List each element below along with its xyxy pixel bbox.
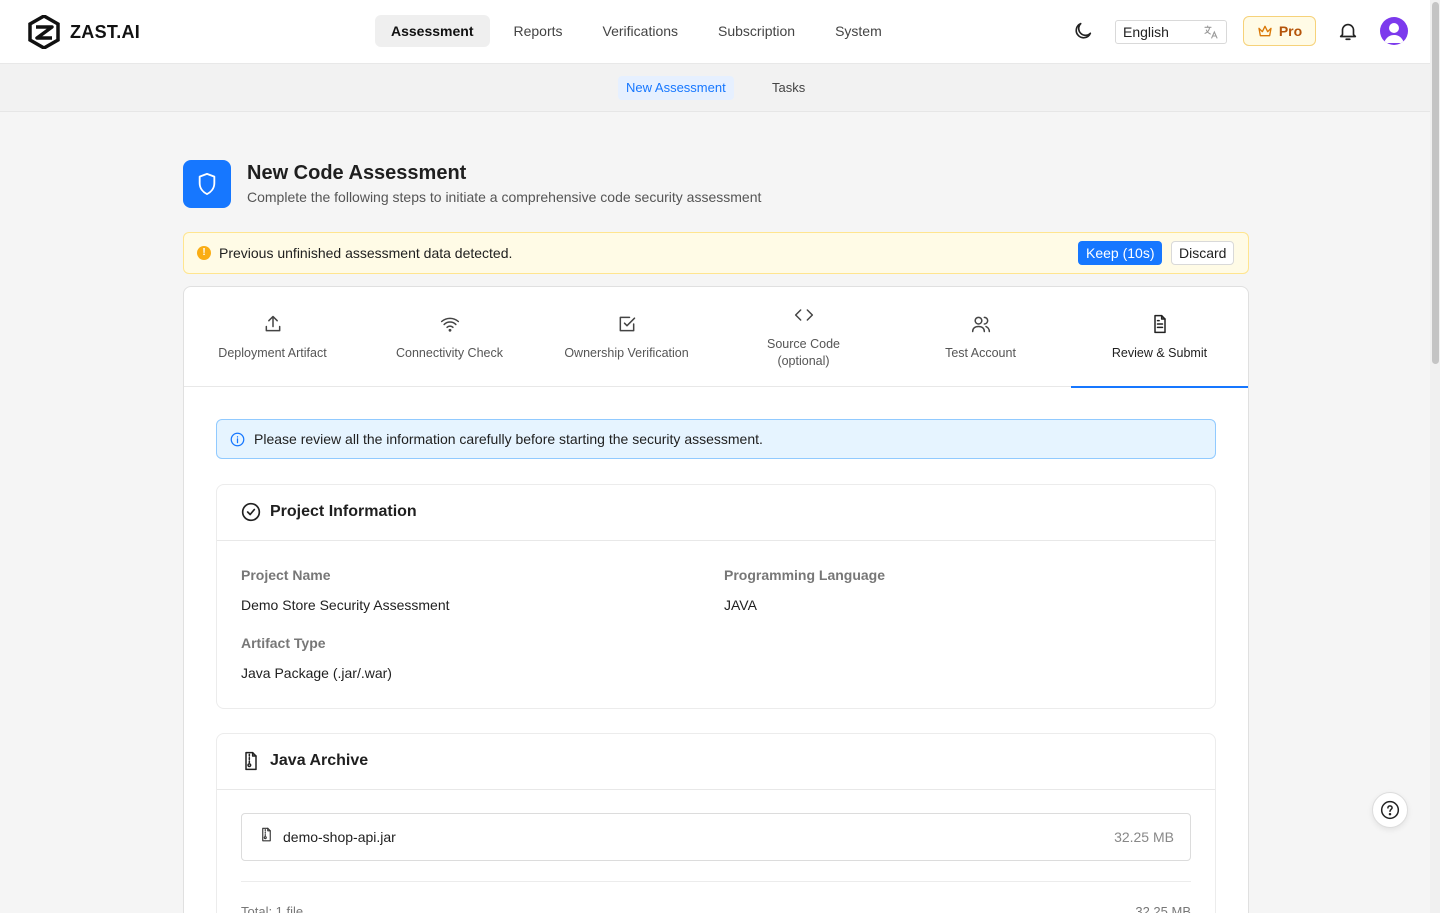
shield-icon bbox=[198, 173, 216, 195]
sub-navbar: New Assessment Tasks bbox=[0, 64, 1430, 112]
language-value: JAVA bbox=[724, 597, 757, 613]
project-info-section: Project Information Project Name Demo St… bbox=[216, 484, 1216, 709]
step-label: Review & Submit bbox=[1111, 346, 1208, 360]
language-label: Programming Language bbox=[724, 567, 886, 583]
project-name-value: Demo Store Security Assessment bbox=[241, 597, 450, 613]
upload-icon bbox=[265, 315, 280, 332]
page-subtitle: Complete the following steps to initiate… bbox=[247, 189, 762, 205]
main-nav: Assessment Reports Verifications Subscri… bbox=[375, 15, 906, 47]
translate-icon bbox=[1204, 25, 1218, 39]
step-label: Connectivity Check bbox=[396, 346, 503, 360]
nav-item-reports[interactable]: Reports bbox=[498, 15, 579, 47]
user-avatar[interactable] bbox=[1380, 17, 1408, 45]
tab-tasks[interactable]: Tasks bbox=[764, 76, 813, 100]
divider bbox=[241, 881, 1191, 882]
nav-item-subscription[interactable]: Subscription bbox=[702, 15, 811, 47]
nav-item-verifications[interactable]: Verifications bbox=[587, 15, 694, 47]
file-name: demo-shop-api.jar bbox=[283, 829, 396, 845]
java-archive-section: Java Archive demo-shop-api.jar 32.25 MB … bbox=[216, 733, 1216, 913]
section-header: Project Information bbox=[217, 485, 1215, 541]
tab-new-assessment[interactable]: New Assessment bbox=[618, 76, 734, 100]
file-row[interactable]: demo-shop-api.jar 32.25 MB bbox=[241, 813, 1191, 861]
nav-item-assessment[interactable]: Assessment bbox=[375, 15, 490, 47]
section-title: Java Archive bbox=[270, 752, 369, 769]
step-label: Test Account bbox=[945, 346, 1016, 360]
project-name-label: Project Name bbox=[241, 567, 331, 583]
step-deployment-artifact[interactable]: Deployment Artifact bbox=[184, 287, 361, 387]
zast-logo-icon bbox=[28, 15, 60, 49]
assessment-card: Deployment Artifact Connectivity Check O… bbox=[183, 286, 1249, 913]
total-size: 32.25 MB bbox=[1135, 904, 1191, 913]
code-icon bbox=[794, 309, 813, 321]
user-icon bbox=[1384, 23, 1404, 43]
section-title: Project Information bbox=[270, 503, 417, 520]
help-button[interactable] bbox=[1372, 792, 1408, 828]
page-scrollbar-thumb[interactable] bbox=[1432, 2, 1439, 364]
step-label: Deployment Artifact bbox=[218, 346, 327, 360]
step-test-account[interactable]: Test Account bbox=[892, 287, 1069, 387]
warning-icon: ! bbox=[197, 246, 211, 260]
brand-name: ZAST.AI bbox=[70, 21, 141, 42]
file-size: 32.25 MB bbox=[1114, 829, 1174, 845]
wifi-icon bbox=[440, 317, 459, 332]
help-icon bbox=[1380, 800, 1400, 820]
review-info-alert: Please review all the information carefu… bbox=[216, 419, 1216, 459]
users-icon bbox=[971, 316, 990, 333]
artifact-type-label: Artifact Type bbox=[241, 635, 326, 651]
archive-file-icon bbox=[245, 751, 257, 771]
brand-logo[interactable]: ZAST.AI bbox=[28, 15, 140, 49]
moon-icon bbox=[1075, 22, 1092, 39]
unfinished-data-alert: ! Previous unfinished assessment data de… bbox=[183, 232, 1249, 274]
keep-button[interactable]: Keep (10s) bbox=[1078, 241, 1163, 265]
step-label: Ownership Verification bbox=[564, 346, 689, 360]
top-navbar: ZAST.AI Assessment Reports Verifications… bbox=[0, 0, 1430, 64]
notifications-button[interactable] bbox=[1337, 20, 1359, 42]
document-icon bbox=[1153, 314, 1166, 334]
language-value: English bbox=[1123, 24, 1169, 40]
bell-icon bbox=[1339, 23, 1357, 41]
warning-text: Previous unfinished assessment data dete… bbox=[219, 245, 513, 261]
step-ownership-verification[interactable]: Ownership Verification bbox=[538, 287, 715, 387]
page-title: New Code Assessment bbox=[247, 162, 467, 184]
theme-toggle-button[interactable] bbox=[1072, 20, 1094, 42]
crown-icon bbox=[1258, 25, 1272, 37]
step-connectivity-check[interactable]: Connectivity Check bbox=[361, 287, 538, 387]
archive-file-icon bbox=[262, 827, 271, 842]
total-files: Total: 1 file bbox=[241, 904, 304, 913]
pro-plan-button[interactable]: Pro bbox=[1243, 16, 1316, 46]
info-icon bbox=[230, 432, 245, 447]
artifact-type-value: Java Package (.jar/.war) bbox=[241, 665, 392, 681]
section-header: Java Archive bbox=[217, 734, 1215, 790]
language-select[interactable]: English bbox=[1115, 20, 1227, 44]
pro-label: Pro bbox=[1278, 23, 1303, 39]
info-text: Please review all the information carefu… bbox=[254, 431, 763, 447]
step-label: Source Code bbox=[767, 337, 840, 351]
step-source-code[interactable]: Source Code (optional) bbox=[715, 287, 892, 387]
checkbox-icon bbox=[619, 316, 635, 332]
check-circle-icon bbox=[241, 502, 261, 522]
discard-button[interactable]: Discard bbox=[1171, 241, 1235, 265]
page-title-icon-box bbox=[183, 160, 231, 208]
steps-bar: Deployment Artifact Connectivity Check O… bbox=[184, 287, 1248, 388]
step-review-submit[interactable]: Review & Submit bbox=[1071, 287, 1248, 388]
nav-item-system[interactable]: System bbox=[819, 15, 898, 47]
step-label-optional: (optional) bbox=[777, 354, 830, 368]
